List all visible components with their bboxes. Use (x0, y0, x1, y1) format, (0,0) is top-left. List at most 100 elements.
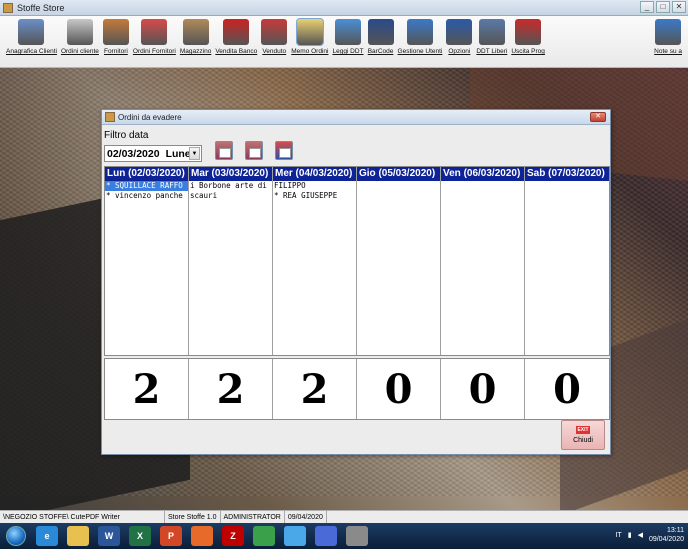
excel-icon[interactable]: X (129, 526, 151, 546)
users-icon (406, 19, 433, 45)
store-app-icon[interactable] (346, 526, 368, 546)
toolbar-item-label: BarCode (367, 48, 394, 55)
maximize-button[interactable]: □ (656, 1, 670, 13)
exit-icon: EXIT (576, 426, 590, 434)
photos-icon[interactable] (284, 526, 306, 546)
toolbar-item[interactable]: Magazzino (180, 19, 211, 65)
network-icon[interactable]: ▮ (628, 531, 632, 539)
clock-date: 09/04/2020 (648, 536, 684, 543)
day-column: Mar (03/03/2020) i Borbone arte di scauri (189, 167, 273, 355)
next-week-calendar-icon[interactable] (245, 141, 263, 160)
toolbar-item[interactable]: Leggi DDT (332, 19, 364, 65)
toolbar-item-label: Opzioni (448, 48, 471, 55)
day-column: Sab (07/03/2020) (525, 167, 609, 355)
day-order-count: 0 (441, 359, 525, 419)
order-list-item[interactable]: scauri (189, 191, 272, 201)
firefox-icon[interactable] (191, 526, 213, 546)
order-list-item[interactable]: * REA GIUSEPPE (273, 191, 356, 201)
order-list-item[interactable]: * SQUILLACE RAFFO (105, 181, 188, 191)
supplier-orders-icon (141, 19, 168, 45)
volume-icon[interactable]: ◀ (638, 531, 643, 539)
language-indicator[interactable]: IT (615, 532, 621, 539)
toolbar-item-label: Memo Ordini (291, 48, 329, 55)
options-icon (446, 19, 473, 45)
chevron-down-icon[interactable]: ▼ (189, 147, 200, 160)
toolbar-item-label: Fornitori (103, 48, 128, 55)
day-column-header[interactable]: Mer (04/03/2020) (273, 167, 356, 181)
day-column-list: i Borbone arte di scauri (189, 181, 272, 355)
day-order-count: 0 (553, 366, 581, 413)
filezilla-icon[interactable]: Z (222, 526, 244, 546)
day-column: Lun (02/03/2020) * SQUILLACE RAFFO * vince… (105, 167, 189, 355)
sold-stamp-icon (261, 19, 288, 45)
day-order-count: 2 (273, 359, 357, 419)
order-list-item[interactable]: i Borbone arte di (189, 181, 272, 191)
day-column-header[interactable]: Lun (02/03/2020) (105, 167, 188, 181)
day-column-list (441, 181, 524, 355)
toolbar-item[interactable]: BarCode (367, 19, 394, 65)
powerpoint-icon[interactable]: P (160, 526, 182, 546)
orders-dialog: Ordini da evadere ✕ Filtro data 02/03/20… (101, 109, 611, 455)
toolbar-item[interactable]: Opzioni (446, 19, 473, 65)
toolbar-item-label: Vendita Banco (215, 48, 258, 55)
word-icon[interactable]: W (98, 526, 120, 546)
minimize-button[interactable]: _ (640, 1, 654, 13)
toolbar-item-label: Ordini cliente (60, 48, 99, 55)
toolbar-item[interactable]: Vendita Banco (215, 19, 257, 65)
toolbar-item[interactable]: Gestione Utenti (398, 19, 442, 65)
sale-icon (223, 19, 250, 45)
close-dialog-button[interactable]: EXIT Chiudi (561, 420, 605, 450)
day-column-list: * SQUILLACE RAFFO * vincenzo panche (105, 181, 188, 355)
clock[interactable]: 13:11 09/04/2020 (649, 526, 684, 544)
toolbar-item[interactable]: Ordini cliente (61, 19, 99, 65)
toolbar-item[interactable]: Uscita Prog (511, 19, 545, 65)
today-calendar-icon[interactable] (275, 141, 293, 160)
previous-week-calendar-icon[interactable] (215, 141, 233, 160)
explorer-icon[interactable] (67, 526, 89, 546)
ie-icon[interactable]: e (36, 526, 58, 546)
filter-label: Filtro data (104, 130, 149, 141)
date-picker[interactable]: 02/03/2020 Lunedì ▼ (104, 145, 202, 162)
system-tray: IT ▮ ◀ 13:11 09/04/2020 (615, 526, 684, 544)
toolbar-item[interactable]: Anagrafica Clienti (6, 19, 57, 65)
day-column-header[interactable]: Ven (06/03/2020) (441, 167, 524, 181)
toolbar-item-label: Uscita Prog (511, 48, 545, 55)
toolbar-item-label: Ordini Fornitori (132, 48, 176, 55)
day-column-list (357, 181, 440, 355)
toolbar-item-label: Note su a (654, 48, 682, 55)
start-button[interactable] (6, 526, 26, 546)
read-ddt-icon (335, 19, 361, 45)
order-list-item[interactable]: FILIPPO (273, 181, 356, 191)
memo-icon (295, 18, 324, 46)
toolbar-item-label: Anagrafica Clienti (6, 48, 57, 55)
toolbar-item[interactable]: Ordini Fornitori (133, 19, 176, 65)
window-controls: _ □ ✕ (640, 1, 686, 13)
exit-program-icon (515, 19, 542, 45)
supplier-icon (102, 19, 129, 45)
toolbar-item-label: Magazzino (179, 48, 212, 55)
media-icon[interactable] (315, 526, 337, 546)
dialog-titlebar: Ordini da evadere ✕ (102, 110, 610, 125)
day-column: Gio (05/03/2020) (357, 167, 441, 355)
ddt-free-icon (478, 19, 505, 45)
day-column-header[interactable]: Gio (05/03/2020) (357, 167, 440, 181)
toolbar-item[interactable]: Memo Ordini (291, 18, 329, 65)
toolbar-item[interactable]: Note su a (654, 19, 682, 65)
status-bar: \NEGOZIO STOFFE\ CutePDF Writer Store Sto… (0, 510, 688, 524)
toolbar-item[interactable]: Venduto (261, 19, 288, 65)
chrome-icon[interactable] (253, 526, 275, 546)
day-column-header[interactable]: Mar (03/03/2020) (189, 167, 272, 181)
toolbar-item[interactable]: DDT Liberi (476, 19, 507, 65)
dialog-close-button[interactable]: ✕ (590, 112, 606, 122)
order-list-item[interactable]: * vincenzo panche (105, 191, 188, 201)
toolbar-item-label: DDT Liberi (476, 48, 508, 55)
day-column-header[interactable]: Sab (07/03/2020) (525, 167, 609, 181)
clock-time: 13:11 (667, 527, 684, 534)
dialog-title: Ordini da evadere (118, 112, 182, 122)
day-column-list: FILIPPO * REA GIUSEPPE (273, 181, 356, 355)
toolbar-item[interactable]: Fornitori (102, 19, 129, 65)
status-panel: ADMINISTRATOR (221, 510, 285, 524)
close-button[interactable]: ✕ (672, 1, 686, 13)
barcode-icon (367, 19, 394, 45)
warehouse-icon (182, 19, 209, 45)
